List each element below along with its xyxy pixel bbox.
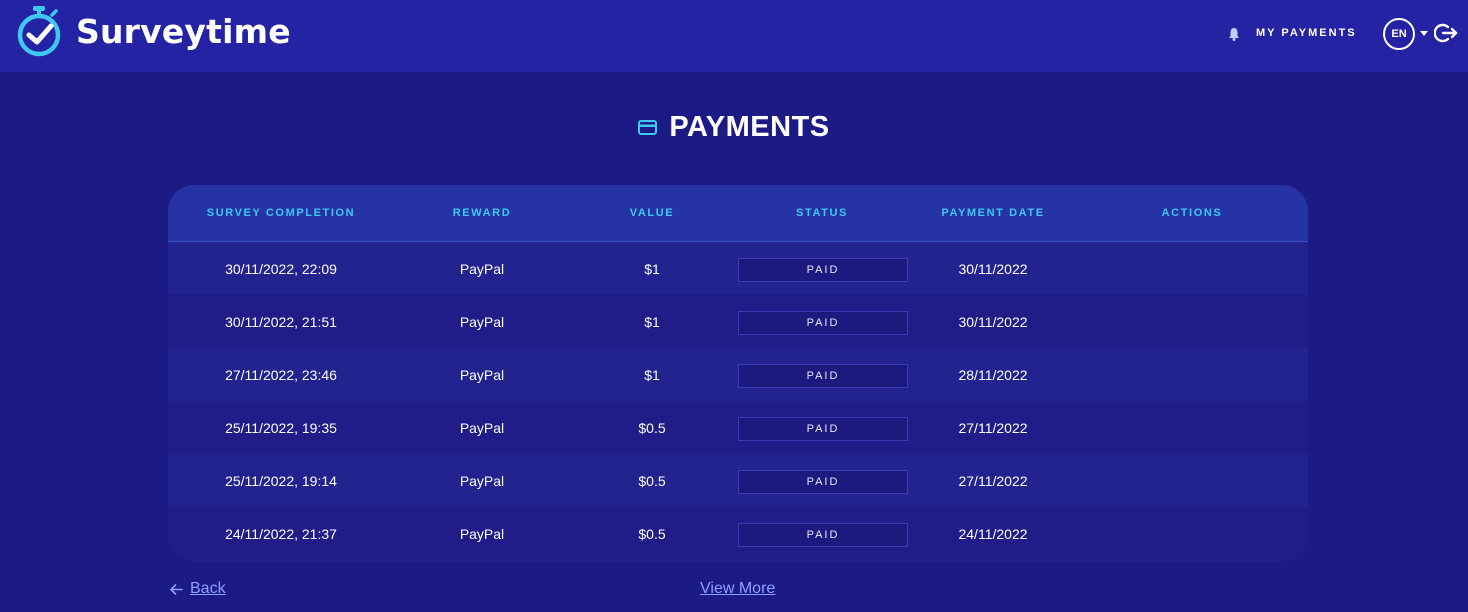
brand-name: Surveytime — [76, 11, 291, 51]
top-navigation-bar: Surveytime MY PAYMENTS EN — [0, 0, 1468, 72]
back-link[interactable]: Back — [170, 580, 226, 598]
cell-payment-date: 28/11/2022 — [958, 367, 1028, 383]
column-header-value: VALUE — [629, 207, 675, 219]
table-row: 27/11/2022, 23:46 PayPal $1 PAID 28/11/2… — [168, 348, 1308, 401]
status-badge: PAID — [738, 311, 908, 335]
cell-value: $1 — [644, 314, 660, 330]
table-row: 30/11/2022, 21:51 PayPal $1 PAID 30/11/2… — [168, 295, 1308, 348]
payments-table: SURVEY COMPLETION REWARD VALUE STATUS PA… — [168, 185, 1308, 561]
logout-icon[interactable] — [1434, 23, 1458, 43]
credit-card-icon — [638, 120, 658, 135]
page-title-area: PAYMENTS — [0, 110, 1468, 144]
column-header-actions: ACTIONS — [1161, 207, 1223, 219]
status-badge: PAID — [738, 523, 908, 547]
status-badge: PAID — [738, 417, 908, 441]
stopwatch-check-icon — [17, 6, 61, 57]
cell-reward: PayPal — [459, 367, 505, 383]
cell-value: $1 — [644, 261, 660, 277]
caret-down-icon[interactable] — [1420, 31, 1428, 36]
cell-reward: PayPal — [459, 314, 505, 330]
column-header-status: STATUS — [796, 207, 848, 219]
arrow-left-icon — [170, 583, 183, 595]
language-selector[interactable]: EN — [1383, 18, 1415, 50]
cell-value: $0.5 — [638, 473, 666, 489]
table-row: 24/11/2022, 21:37 PayPal $0.5 PAID 24/11… — [168, 507, 1308, 560]
cell-payment-date: 24/11/2022 — [958, 526, 1028, 542]
cell-survey-completion: 30/11/2022, 22:09 — [225, 261, 337, 277]
cell-survey-completion: 27/11/2022, 23:46 — [225, 367, 337, 383]
cell-payment-date: 27/11/2022 — [958, 420, 1028, 436]
cell-reward: PayPal — [459, 420, 505, 436]
table-header: SURVEY COMPLETION REWARD VALUE STATUS PA… — [168, 185, 1308, 242]
table-row: 30/11/2022, 22:09 PayPal $1 PAID 30/11/2… — [168, 242, 1308, 295]
table-row: 25/11/2022, 19:14 PayPal $0.5 PAID 27/11… — [168, 454, 1308, 507]
page-title: PAYMENTS — [669, 111, 830, 143]
cell-survey-completion: 25/11/2022, 19:35 — [225, 420, 337, 436]
status-badge: PAID — [738, 364, 908, 388]
cell-survey-completion: 24/11/2022, 21:37 — [225, 526, 337, 542]
column-header-survey-completion: SURVEY COMPLETION — [206, 207, 356, 219]
column-header-reward: REWARD — [452, 207, 512, 219]
table-row: 25/11/2022, 19:35 PayPal $0.5 PAID 27/11… — [168, 401, 1308, 454]
cell-payment-date: 27/11/2022 — [958, 473, 1028, 489]
cell-reward: PayPal — [459, 526, 505, 542]
cell-payment-date: 30/11/2022 — [958, 261, 1028, 277]
bell-icon[interactable] — [1228, 27, 1240, 41]
table-body: 30/11/2022, 22:09 PayPal $1 PAID 30/11/2… — [168, 242, 1308, 560]
status-badge: PAID — [738, 470, 908, 494]
view-more-link[interactable]: View More — [700, 580, 775, 598]
cell-value: $0.5 — [638, 526, 666, 542]
status-badge: PAID — [738, 258, 908, 282]
column-header-payment-date: PAYMENT DATE — [941, 207, 1045, 219]
brand-logo[interactable]: Surveytime — [16, 5, 291, 57]
cell-survey-completion: 30/11/2022, 21:51 — [225, 314, 337, 330]
cell-reward: PayPal — [459, 473, 505, 489]
cell-value: $0.5 — [638, 420, 666, 436]
nav-my-payments-link[interactable]: MY PAYMENTS — [1256, 27, 1376, 39]
cell-survey-completion: 25/11/2022, 19:14 — [225, 473, 337, 489]
cell-value: $1 — [644, 367, 660, 383]
back-link-label: Back — [190, 580, 226, 597]
cell-reward: PayPal — [459, 261, 505, 277]
cell-payment-date: 30/11/2022 — [958, 314, 1028, 330]
